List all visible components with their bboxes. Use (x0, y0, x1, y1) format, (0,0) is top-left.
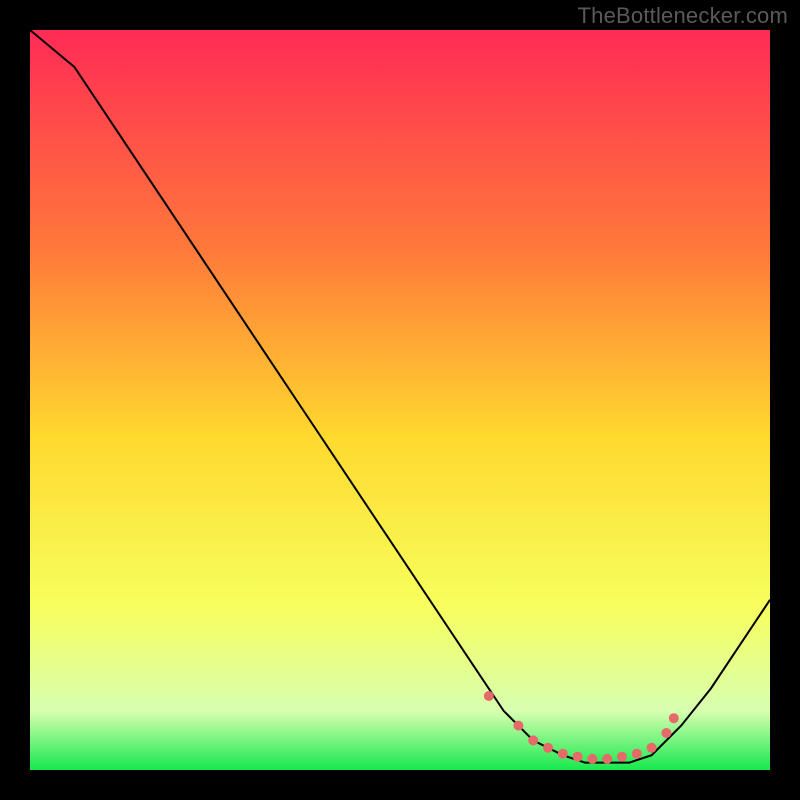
marker-dot (632, 749, 642, 759)
marker-dot (513, 721, 523, 731)
marker-dot (587, 754, 597, 764)
marker-dot (647, 743, 657, 753)
marker-dot (602, 754, 612, 764)
marker-dot (669, 713, 679, 723)
marker-dot (573, 752, 583, 762)
attribution-text: TheBottlenecker.com (578, 3, 788, 29)
chart-frame: TheBottlenecker.com (0, 0, 800, 800)
marker-dot (617, 752, 627, 762)
marker-dot (661, 728, 671, 738)
marker-dot (558, 749, 568, 759)
chart-svg (30, 30, 770, 770)
marker-dot (528, 735, 538, 745)
gradient-background (30, 30, 770, 770)
plot-area (30, 30, 770, 770)
marker-dot (484, 691, 494, 701)
marker-dot (543, 743, 553, 753)
